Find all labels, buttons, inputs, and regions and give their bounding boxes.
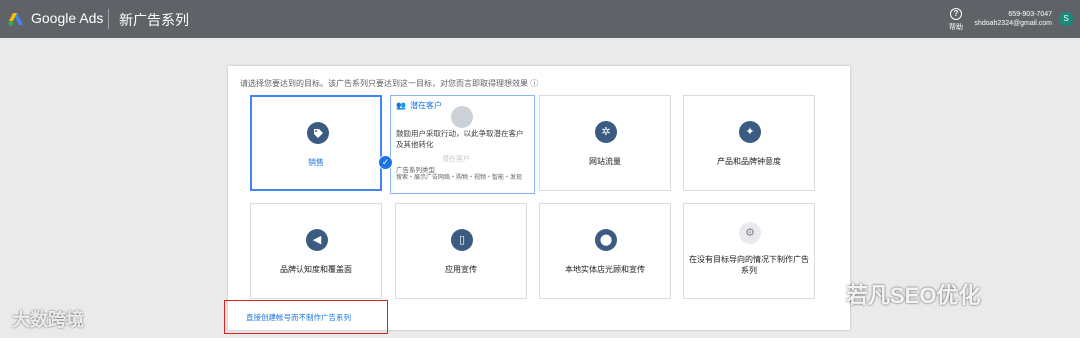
- goal-card-sales[interactable]: 销售: [250, 95, 382, 191]
- avatar[interactable]: S: [1059, 12, 1073, 26]
- goal-ghost-label: 潜在客户: [442, 156, 470, 163]
- help-button[interactable]: ? 帮助: [946, 8, 966, 32]
- goal-label: 销售: [308, 158, 324, 167]
- goal-card-app-promotion[interactable]: ▯ 应用宣传: [395, 203, 527, 299]
- account-info[interactable]: 659-903-7047 shdoah2324@gmail.com: [974, 10, 1052, 28]
- selected-check-icon: ✓: [378, 155, 393, 170]
- goal-card-no-goal[interactable]: ⚙ 在没有目标导向的情况下制作广告系列: [683, 203, 815, 299]
- goal-card-brand-consideration[interactable]: ✦ 产品和品牌钟意度: [683, 95, 815, 191]
- help-label: 帮助: [949, 24, 963, 31]
- megaphone-icon: ◀: [306, 229, 328, 251]
- goal-label: 本地实体店光顾和宣传: [565, 265, 645, 274]
- sparkle-icon: ✦: [739, 121, 761, 143]
- help-icon: ?: [950, 8, 962, 20]
- goal-card-brand-awareness[interactable]: ◀ 品牌认知度和覆盖面: [250, 203, 382, 299]
- goal-label: 网站流量: [589, 157, 621, 166]
- goal-selection-panel: 请选择您要达到的目标。该广告系列只要达到这一目标，对您而言即取得理想效果 ⓘ 销…: [228, 66, 850, 330]
- goal-card-website-traffic[interactable]: ✲ 网站流量: [539, 95, 671, 191]
- page-title: 新广告系列: [119, 12, 189, 28]
- account-email: shdoah2324@gmail.com: [974, 20, 1052, 27]
- goal-card-local-store[interactable]: ⬤ 本地实体店光顾和宣传: [539, 203, 671, 299]
- goal-label: 在没有目标导向的情况下制作广告系列: [689, 255, 809, 275]
- leads-icon-faded: [451, 106, 473, 128]
- goal-card-leads[interactable]: 👥 潜在客户 鼓励用户采取行动，以此争取潜在客户及其他转化 潜在客户 广告系列类型…: [390, 95, 535, 194]
- header-divider: [108, 9, 109, 29]
- watermark-right: 若凡SEO优化: [846, 283, 981, 308]
- goal-label: 品牌认知度和覆盖面: [280, 265, 352, 274]
- goal-title: 👥 潜在客户: [396, 100, 442, 111]
- account-phone: 659-903-7047: [1008, 11, 1052, 18]
- goal-description: 鼓励用户采取行动，以此争取潜在客户及其他转化: [396, 129, 524, 149]
- goal-label: 应用宣传: [445, 265, 477, 274]
- goal-label: 潜在客户: [409, 101, 442, 110]
- create-account-without-campaign-link[interactable]: 直接创建帐号而不制作广告系列: [246, 312, 351, 323]
- goal-prompt: 请选择您要达到的目标。该广告系列只要达到这一目标，对您而言即取得理想效果 ⓘ: [240, 79, 539, 88]
- campaign-type-heading: 广告系列类型: [396, 167, 435, 174]
- people-icon: 👥: [396, 101, 406, 110]
- app-name[interactable]: Google Ads: [31, 10, 103, 26]
- map-pin-icon: ⬤: [595, 229, 617, 251]
- campaign-type-list: 搜索・展示广告网络・购物・视频・智能・发现: [396, 175, 523, 181]
- gear-icon: ⚙: [739, 222, 761, 244]
- watermark-left: 大数跨境: [12, 310, 84, 330]
- cursor-sparkle-icon: ✲: [595, 121, 617, 143]
- top-bar: Google Ads 新广告系列 ? 帮助 659-903-7047 shdoa…: [0, 0, 1080, 38]
- goal-label: 产品和品牌钟意度: [717, 157, 781, 166]
- tag-icon: [307, 122, 329, 144]
- phone-icon: ▯: [451, 229, 473, 251]
- google-ads-logo-icon[interactable]: [8, 11, 24, 27]
